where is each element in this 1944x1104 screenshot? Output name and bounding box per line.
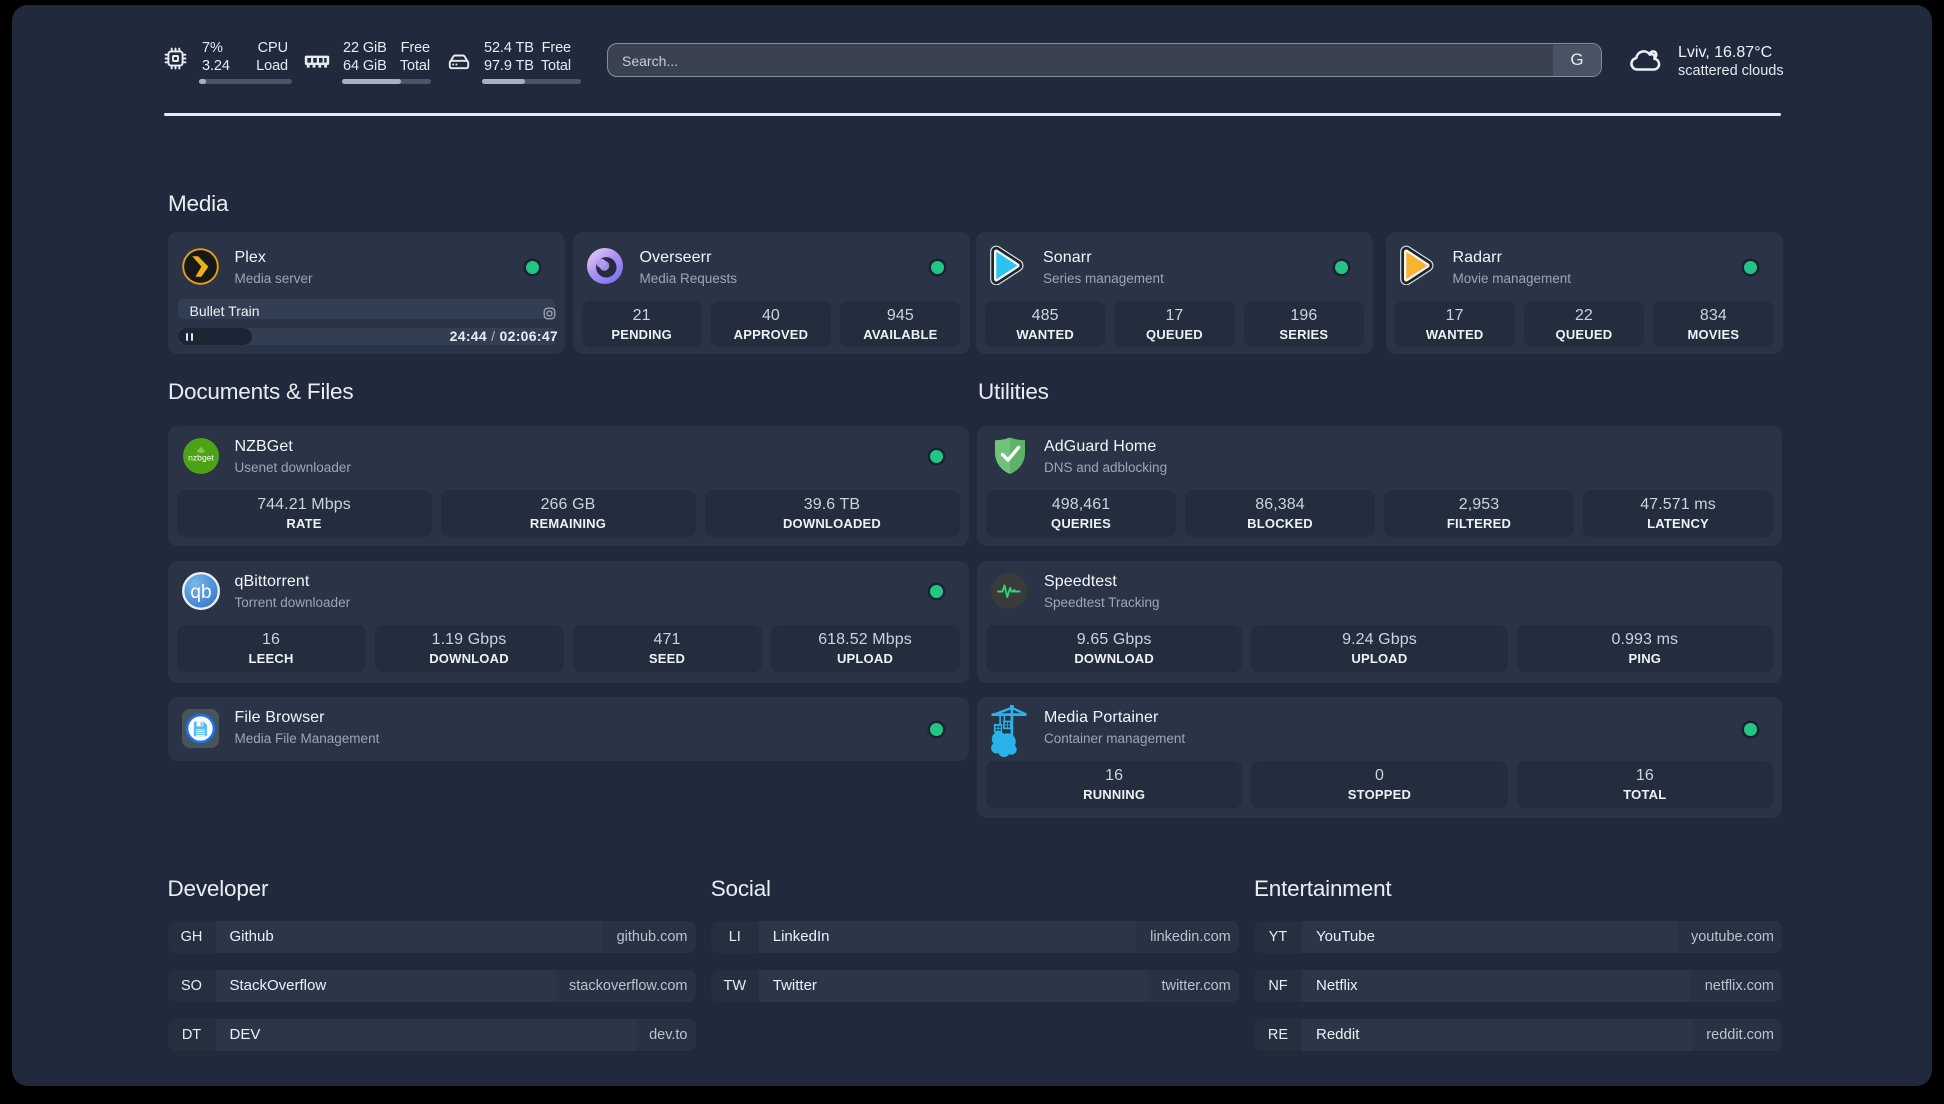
svg-text:nzbget: nzbget xyxy=(188,453,214,463)
svg-text:qb: qb xyxy=(190,582,211,603)
